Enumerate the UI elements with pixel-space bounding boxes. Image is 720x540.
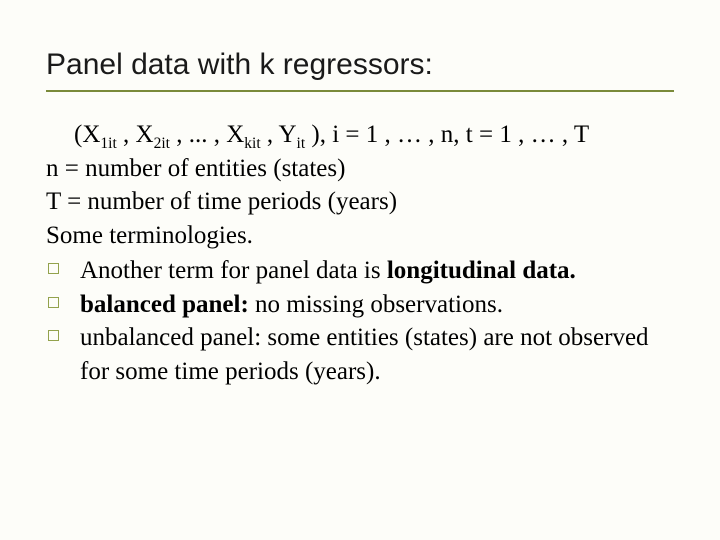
bullet-list: Another term for panel data is longitudi… <box>46 254 674 388</box>
square-bullet-icon <box>48 263 59 274</box>
x1-base: X <box>82 121 100 148</box>
slide: Panel data with k regressors: (X1it , X2… <box>0 0 720 540</box>
bullet-bold: longitudinal data. <box>387 257 576 284</box>
bullet-pre: unbalanced panel: some entities (states)… <box>80 324 649 385</box>
bullet-bold: balanced panel: <box>80 291 249 318</box>
x2-sub: 2it <box>154 135 170 152</box>
bullet-pre: Another term for panel data is <box>80 257 387 284</box>
list-item: balanced panel: no missing observations. <box>46 288 674 322</box>
bullet-post: no missing observations. <box>249 291 503 318</box>
sep3: , <box>261 121 279 148</box>
square-bullet-icon <box>48 330 59 341</box>
sep2: , ... , <box>170 121 226 148</box>
terminologies-label: Some terminologies. <box>46 219 674 253</box>
notation-tail: ), i = 1 , … , n, t = 1 , … , T <box>305 121 589 148</box>
title-underline <box>46 90 674 92</box>
body-text: (X1it , X2it , ... , Xkit , Yit ), i = 1… <box>46 118 674 388</box>
y-base: Y <box>278 121 296 148</box>
page-title: Panel data with k regressors: <box>46 48 674 82</box>
x2-base: X <box>136 121 154 148</box>
n-definition: n = number of entities (states) <box>46 152 674 186</box>
y-sub: it <box>297 135 306 152</box>
t-definition: T = number of time periods (years) <box>46 185 674 219</box>
list-item: unbalanced panel: some entities (states)… <box>46 321 674 388</box>
x1-sub: 1it <box>100 135 116 152</box>
sep1: , <box>117 121 136 148</box>
square-bullet-icon <box>48 297 59 308</box>
xk-base: X <box>226 121 244 148</box>
list-item: Another term for panel data is longitudi… <box>46 254 674 288</box>
notation-line: (X1it , X2it , ... , Xkit , Yit ), i = 1… <box>46 118 674 152</box>
xk-sub: kit <box>244 135 260 152</box>
